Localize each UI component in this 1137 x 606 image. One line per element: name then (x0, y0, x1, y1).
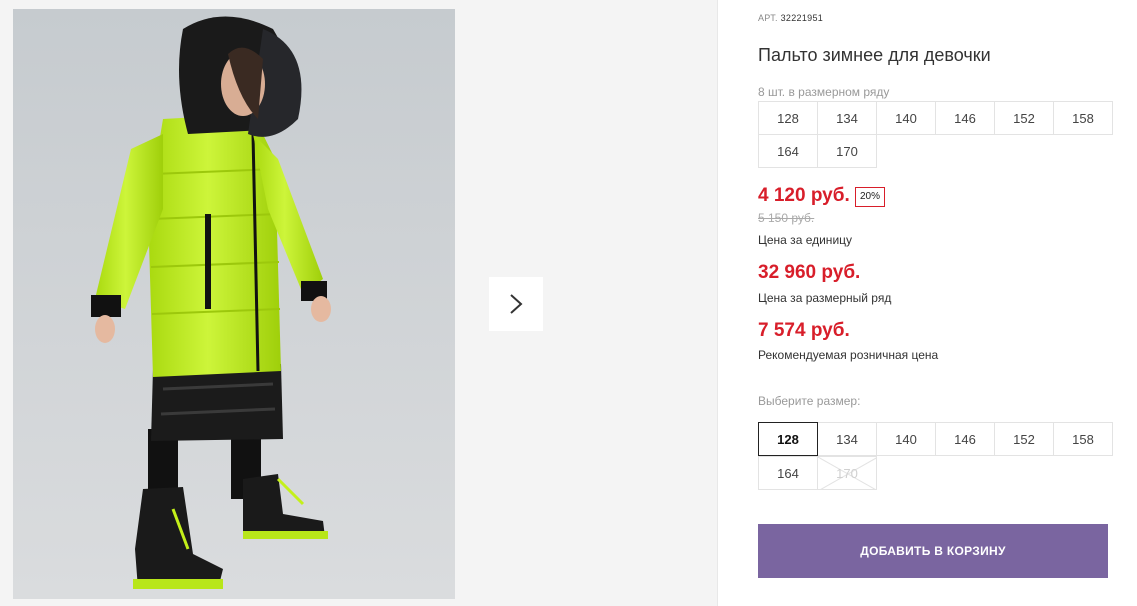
size-option-170-unavailable: 170 (817, 456, 877, 490)
row-price: 32 960 руб. (758, 262, 861, 283)
size-option-158[interactable]: 158 (1053, 422, 1113, 456)
size-option-152[interactable]: 152 (994, 422, 1054, 456)
retail-price: 7 574 руб. (758, 320, 850, 341)
row-size-cell: 146 (935, 101, 995, 135)
unit-price-caption: Цена за единицу (758, 233, 853, 247)
product-photo-illustration (13, 9, 455, 599)
product-gallery (0, 0, 718, 606)
product-title: Пальто зимнее для девочки (758, 45, 991, 65)
add-to-cart-button[interactable]: ДОБАВИТЬ В КОРЗИНУ (758, 524, 1108, 578)
next-image-button[interactable] (489, 277, 543, 331)
row-size-cell: 152 (994, 101, 1054, 135)
retail-price-caption: Рекомендуемая розничная цена (758, 348, 939, 362)
old-price: 5 150 руб. (758, 211, 815, 225)
size-row-note: 8 шт. в размерном ряду (758, 85, 890, 99)
row-size-cell: 140 (876, 101, 936, 135)
size-option-140[interactable]: 140 (876, 422, 936, 456)
choose-size-label: Выберите размер: (758, 394, 861, 408)
size-option-134[interactable]: 134 (817, 422, 877, 456)
article-number: АРТ. 32221951 (758, 13, 824, 23)
size-option-label: 170 (836, 465, 858, 481)
unit-price: 4 120 руб. (758, 185, 850, 206)
row-size-cell: 134 (817, 101, 877, 135)
chevron-right-icon (510, 294, 523, 314)
product-photo[interactable] (13, 9, 455, 599)
row-price-caption: Цена за размерный ряд (758, 291, 892, 305)
size-option-128[interactable]: 128 (758, 422, 818, 456)
size-option-146[interactable]: 146 (935, 422, 995, 456)
row-size-cell: 164 (758, 134, 818, 168)
row-size-cell: 158 (1053, 101, 1113, 135)
discount-badge: 20% (855, 187, 886, 207)
size-option-164[interactable]: 164 (758, 456, 818, 490)
row-size-cell: 128 (758, 101, 818, 135)
row-size-cell: 170 (817, 134, 877, 168)
